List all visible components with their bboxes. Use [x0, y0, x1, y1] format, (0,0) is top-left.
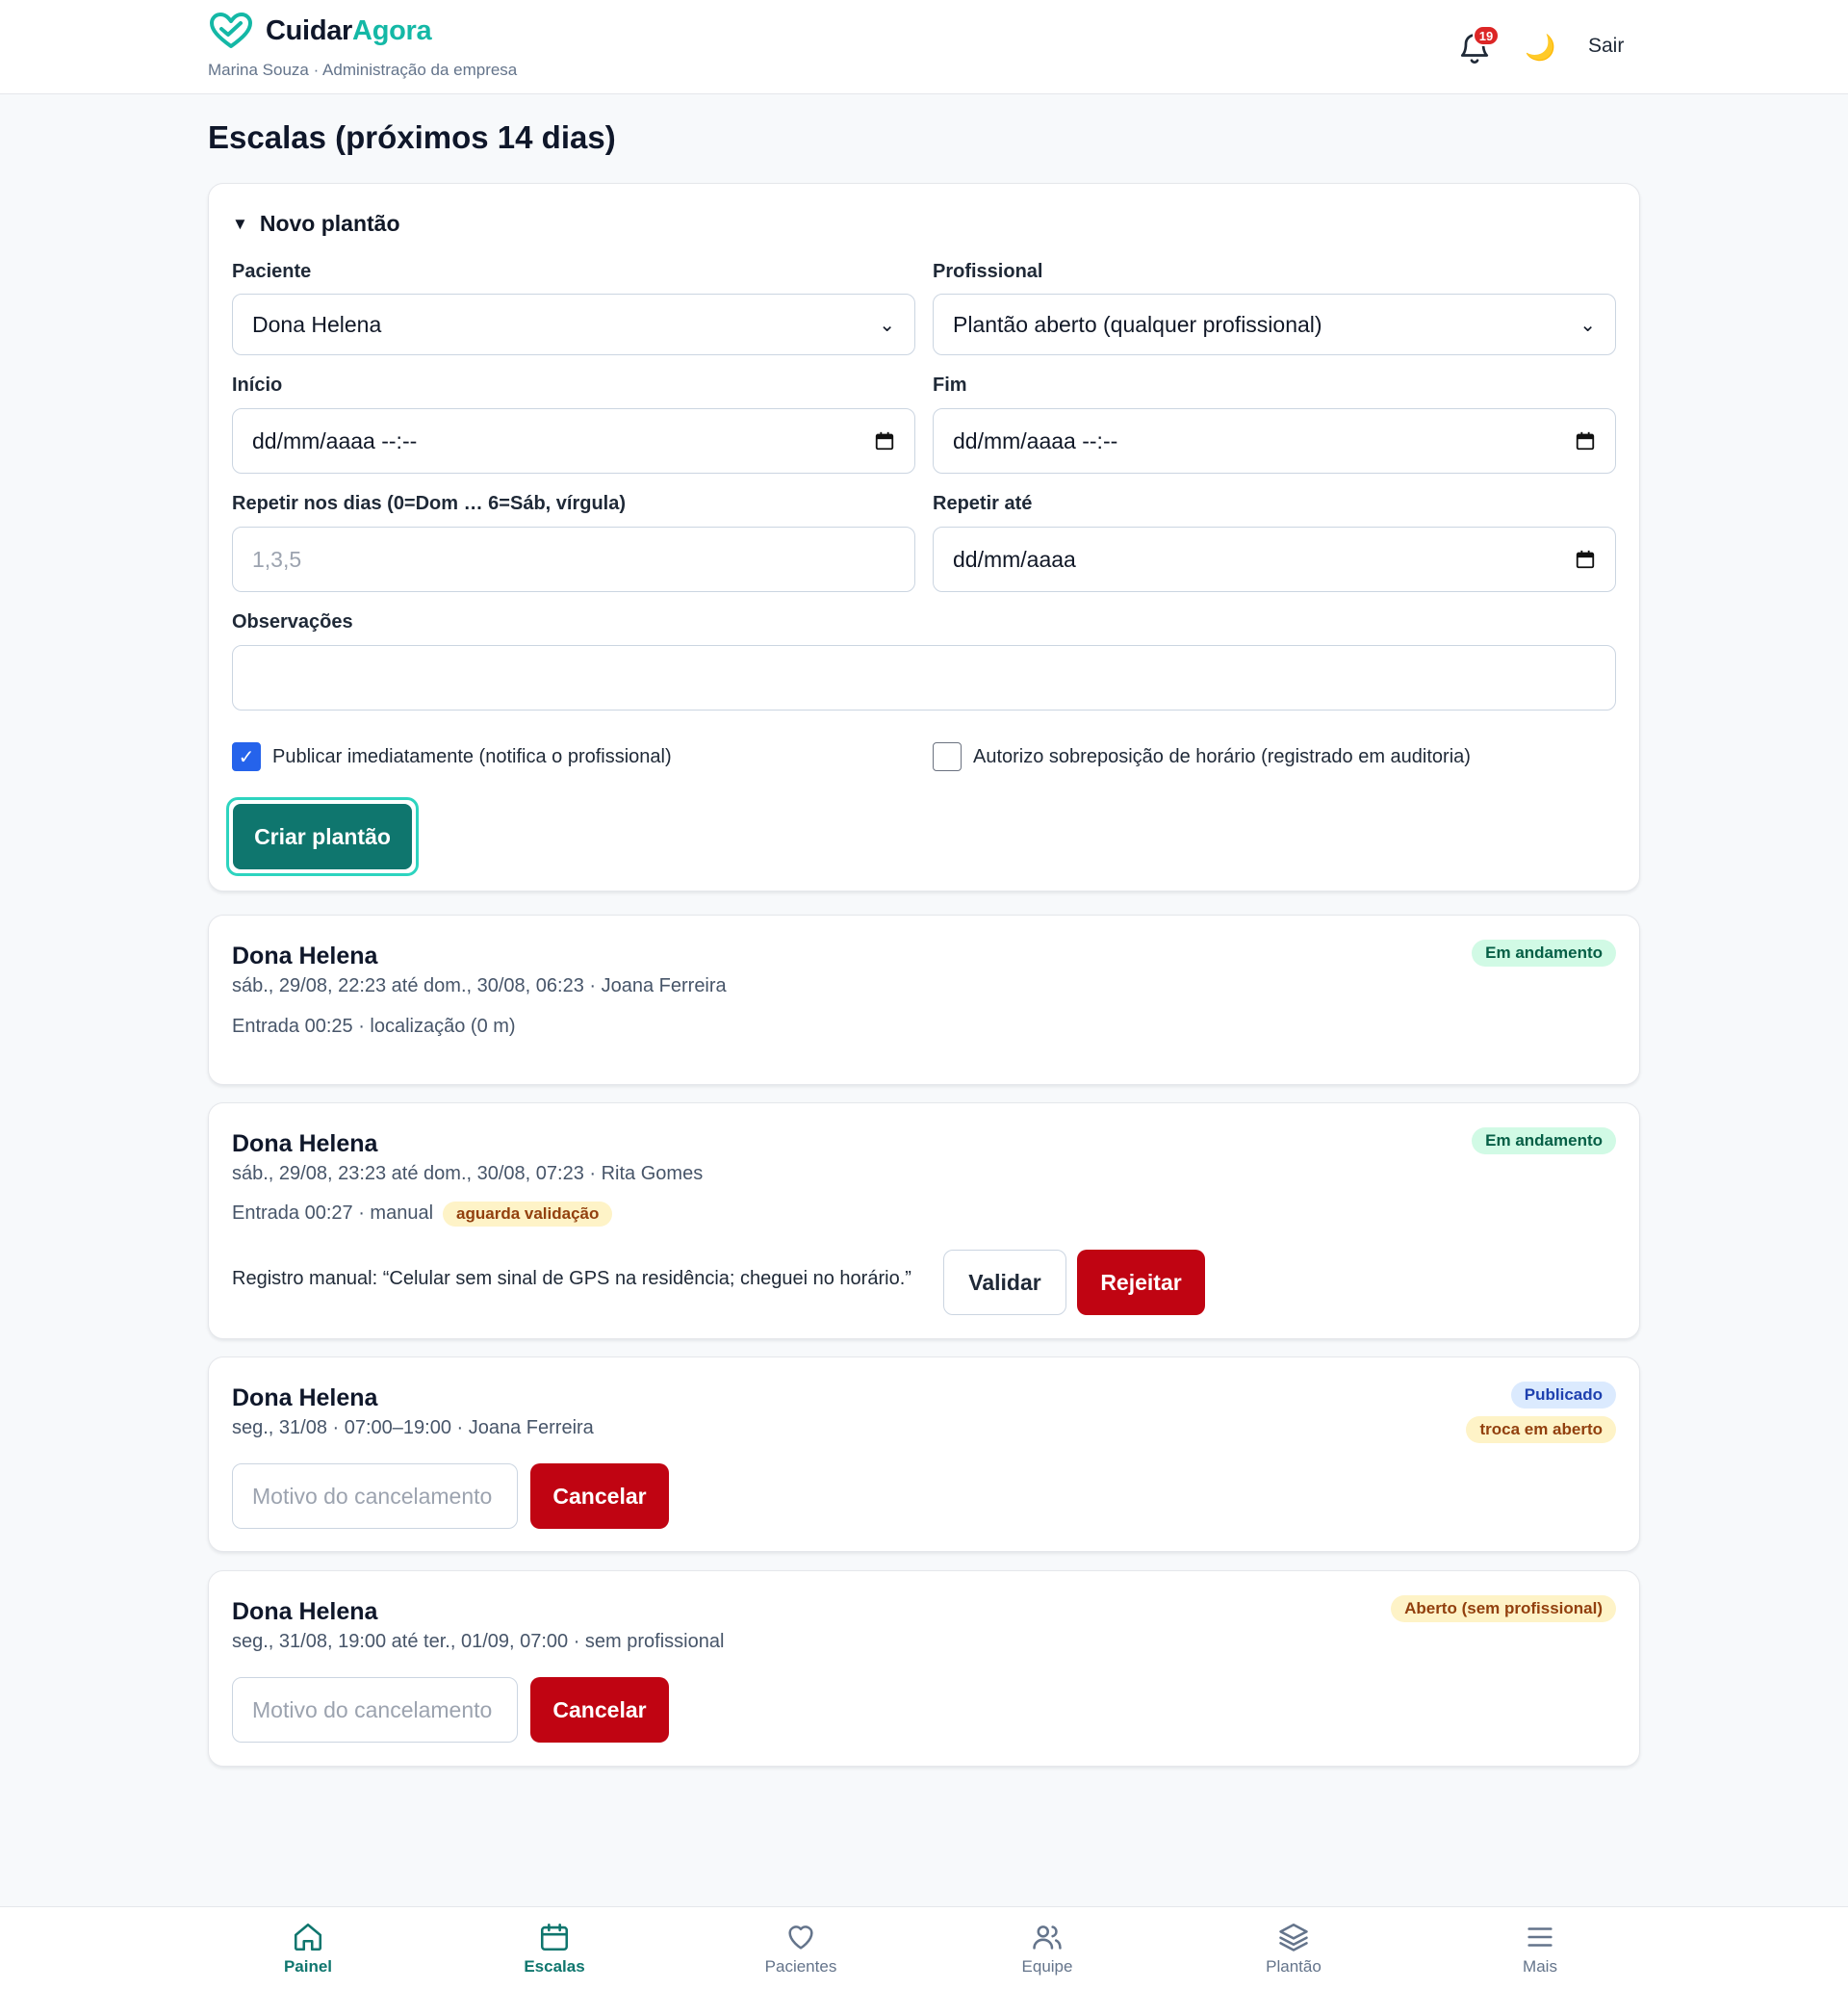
repeat-days-label: Repetir nos dias (0=Dom … 6=Sáb, vírgula… — [232, 493, 627, 514]
professional-select[interactable]: Plantão aberto (qualquer profissional) ⌄ — [933, 294, 1616, 355]
logout-button[interactable]: Sair — [1588, 35, 1624, 58]
reject-button[interactable]: Rejeitar — [1077, 1250, 1205, 1315]
user-context: Marina Souza · Administração da empresa — [208, 61, 518, 79]
shift-patient-name: Dona Helena — [232, 1384, 378, 1411]
repeat-until-label: Repetir até — [933, 493, 1033, 514]
shift-entry: Entrada 00:27 · manual — [232, 1202, 434, 1224]
cancel-reason-input[interactable]: Motivo do cancelamento — [232, 1677, 518, 1743]
shift-schedule: sáb., 29/08, 22:23 até dom., 30/08, 06:2… — [232, 975, 727, 996]
shift-card: Dona Helena seg., 31/08 · 07:00–19:00 · … — [208, 1357, 1640, 1552]
pending-validation-badge: aguarda validação — [443, 1202, 613, 1227]
status-badge: Em andamento — [1472, 940, 1616, 967]
calendar-icon[interactable] — [1575, 549, 1596, 570]
create-shift-focus-ring: Criar plantão — [226, 797, 419, 876]
status-badge: Em andamento — [1472, 1127, 1616, 1154]
repeat-days-input[interactable]: 1,3,5 — [232, 527, 915, 592]
repeat-until-date-input[interactable]: dd/mm/aaaa — [933, 527, 1616, 592]
shift-card: Dona Helena sáb., 29/08, 23:23 até dom.,… — [208, 1102, 1640, 1339]
end-datetime-input[interactable]: dd/mm/aaaa --:-- — [933, 408, 1616, 474]
status-badge: Publicado — [1510, 1382, 1616, 1409]
cancel-button[interactable]: Cancelar — [530, 1463, 669, 1529]
cancel-button[interactable]: Cancelar — [530, 1677, 669, 1743]
shift-schedule: seg., 31/08, 19:00 até ter., 01/09, 07:0… — [232, 1631, 725, 1652]
end-label: Fim — [933, 375, 967, 396]
brand-name: CuidarAgora — [266, 14, 432, 46]
triangle-down-icon: ▼ — [232, 214, 248, 233]
calendar-icon[interactable] — [1575, 430, 1596, 452]
shift-schedule: sáb., 29/08, 23:23 até dom., 30/08, 07:2… — [232, 1163, 704, 1184]
chevron-down-icon: ⌄ — [879, 314, 895, 336]
page-title: Escalas (próximos 14 dias) — [208, 119, 616, 155]
shift-card: Dona Helena seg., 31/08, 19:00 até ter.,… — [208, 1570, 1640, 1767]
start-datetime-input[interactable]: dd/mm/aaaa --:-- — [232, 408, 915, 474]
app-header: CuidarAgora Marina Souza · Administração… — [0, 0, 1848, 94]
heart-logo-icon — [210, 13, 252, 48]
status-badge: Aberto (sem profissional) — [1391, 1595, 1616, 1622]
publish-checkbox[interactable]: ✓ — [232, 742, 261, 771]
patient-select[interactable]: Dona Helena ⌄ — [232, 294, 915, 355]
calendar-icon[interactable] — [874, 430, 895, 452]
patient-label: Paciente — [232, 261, 312, 282]
overlap-checkbox-row[interactable]: Autorizo sobreposição de horário (regist… — [933, 742, 1471, 771]
start-label: Início — [232, 375, 283, 396]
publish-checkbox-row[interactable]: ✓ Publicar imediatamente (notifica o pro… — [232, 742, 672, 771]
nav-pacientes[interactable]: Pacientes — [743, 1921, 859, 1977]
calendar-icon — [540, 1923, 569, 1951]
notes-input[interactable] — [232, 645, 1616, 711]
layers-icon — [1279, 1923, 1308, 1951]
shift-card: Dona Helena sáb., 29/08, 22:23 até dom.,… — [208, 915, 1640, 1085]
nav-plantao[interactable]: Plantão — [1236, 1921, 1351, 1977]
cancel-reason-input[interactable]: Motivo do cancelamento — [232, 1463, 518, 1529]
nav-equipe[interactable]: Equipe — [989, 1921, 1105, 1977]
shift-entry: Entrada 00:25 · localização (0 m) — [232, 1016, 516, 1037]
brand-logo[interactable]: CuidarAgora — [208, 12, 432, 50]
shift-entry-row: Entrada 00:27 · manual aguarda validação — [232, 1202, 613, 1227]
notification-count-badge: 19 — [1473, 25, 1500, 46]
home-icon — [294, 1923, 322, 1951]
shift-patient-name: Dona Helena — [232, 1130, 378, 1157]
swap-open-badge: troca em aberto — [1466, 1416, 1616, 1443]
nav-mais[interactable]: Mais — [1482, 1921, 1598, 1977]
manual-entry-note: Registro manual: “Celular sem sinal de G… — [232, 1268, 911, 1289]
moon-icon[interactable]: 🌙 — [1525, 33, 1555, 63]
nav-escalas[interactable]: Escalas — [497, 1921, 612, 1977]
shift-schedule: seg., 31/08 · 07:00–19:00 · Joana Ferrei… — [232, 1417, 594, 1438]
users-icon — [1033, 1925, 1062, 1950]
heart-icon — [788, 1925, 813, 1950]
validate-button[interactable]: Validar — [943, 1250, 1066, 1315]
new-shift-form: ▼ Novo plantão Paciente Dona Helena ⌄ Pr… — [208, 183, 1640, 892]
new-shift-toggle[interactable]: ▼ Novo plantão — [232, 211, 400, 237]
shift-patient-name: Dona Helena — [232, 943, 378, 969]
shift-patient-name: Dona Helena — [232, 1598, 378, 1625]
notes-label: Observações — [232, 611, 353, 633]
bottom-navigation: Painel Escalas Pacientes Equipe Plantão … — [0, 1906, 1848, 1990]
professional-label: Profissional — [933, 261, 1043, 282]
chevron-down-icon: ⌄ — [1579, 314, 1596, 336]
create-shift-button[interactable]: Criar plantão — [233, 804, 412, 869]
nav-painel[interactable]: Painel — [250, 1921, 366, 1977]
overlap-checkbox[interactable] — [933, 742, 962, 771]
menu-icon — [1527, 1927, 1553, 1947]
